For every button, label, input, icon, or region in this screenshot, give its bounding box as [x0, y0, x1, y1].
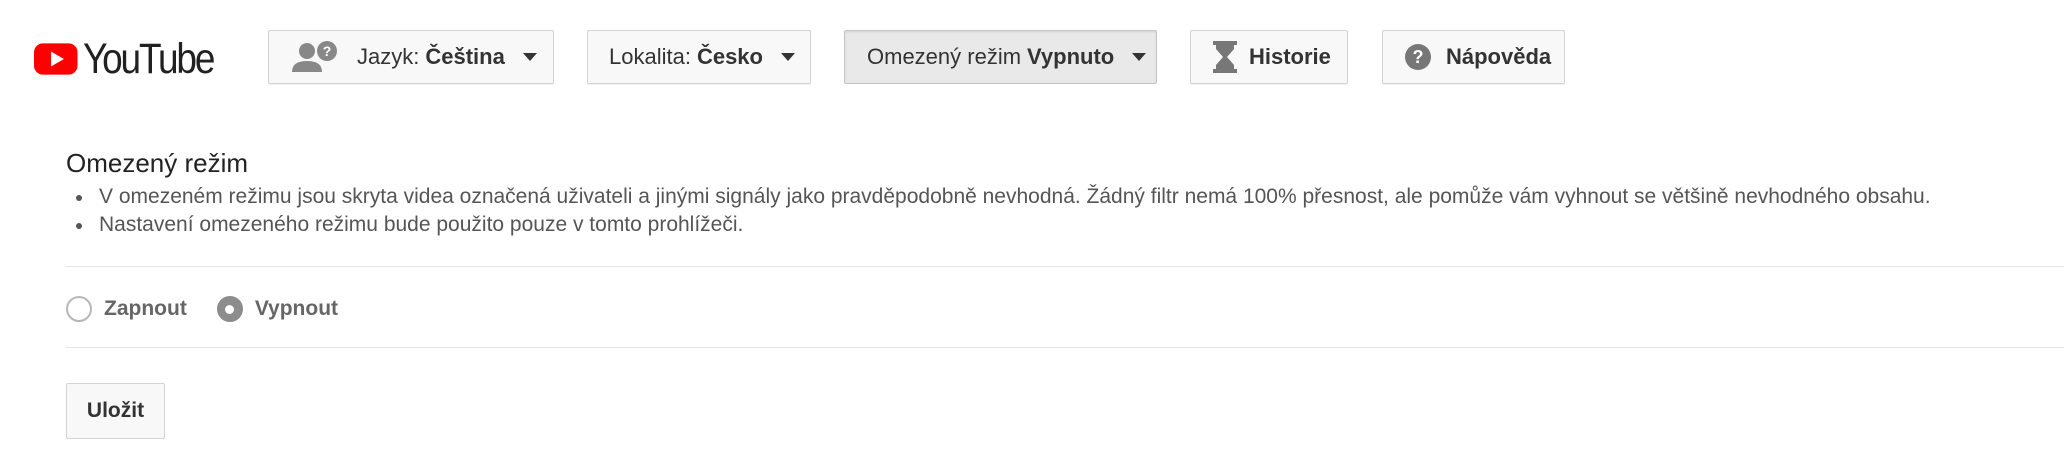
radio-on[interactable]: Zapnout [66, 296, 187, 322]
history-label: Historie [1249, 44, 1331, 69]
divider [66, 266, 2064, 267]
svg-text:?: ? [1413, 47, 1424, 67]
history-button[interactable]: Historie [1190, 30, 1348, 84]
language-value: Čeština [425, 44, 505, 69]
chevron-down-icon [522, 53, 537, 61]
restricted-mode-radio-group: Zapnout Vypnout [66, 292, 368, 326]
description-item: V omezeném režimu jsou skryta videa ozna… [66, 183, 1931, 211]
svg-text:?: ? [323, 43, 332, 59]
language-label: Jazyk: [357, 44, 420, 69]
help-icon: ? [1404, 43, 1432, 71]
divider [66, 347, 2064, 348]
youtube-logo[interactable]: YouTube [34, 34, 234, 84]
restricted-mode-button[interactable]: Omezený režim Vypnuto [844, 30, 1157, 84]
youtube-logo-icon [34, 43, 78, 75]
language-people-icon: ? [291, 40, 345, 74]
radio-on-label: Zapnout [104, 297, 187, 320]
logo-text: YouTube [82, 34, 215, 83]
radio-selected-dot [225, 304, 235, 314]
restricted-mode-label: Omezený režim [867, 44, 1022, 69]
location-label: Lokalita: [609, 44, 691, 69]
radio-on-circle[interactable] [66, 296, 92, 322]
radio-off-circle[interactable] [216, 296, 243, 322]
restricted-mode-value: Vypnuto [1027, 44, 1115, 69]
hourglass-icon [1213, 41, 1237, 73]
restricted-mode-title: Omezený režim [66, 148, 249, 178]
top-bar: YouTube ? Jazyk: Čeština Lokalita: Česko… [0, 0, 2064, 116]
restricted-mode-description: V omezeném režimu jsou skryta videa ozna… [66, 183, 1931, 239]
language-button[interactable]: ? Jazyk: Čeština [268, 30, 554, 84]
description-item: Nastavení omezeného režimu bude použito … [66, 211, 1931, 239]
radio-off-label: Vypnout [254, 297, 339, 320]
help-label: Nápověda [1446, 44, 1552, 69]
chevron-down-icon [1132, 53, 1147, 61]
chevron-down-icon [781, 53, 795, 61]
save-button[interactable]: Uložit [66, 383, 165, 439]
location-button[interactable]: Lokalita: Česko [587, 30, 811, 84]
help-button[interactable]: ? Nápověda [1382, 30, 1565, 84]
radio-off[interactable]: Vypnout [216, 296, 339, 322]
location-value: Česko [696, 44, 763, 69]
